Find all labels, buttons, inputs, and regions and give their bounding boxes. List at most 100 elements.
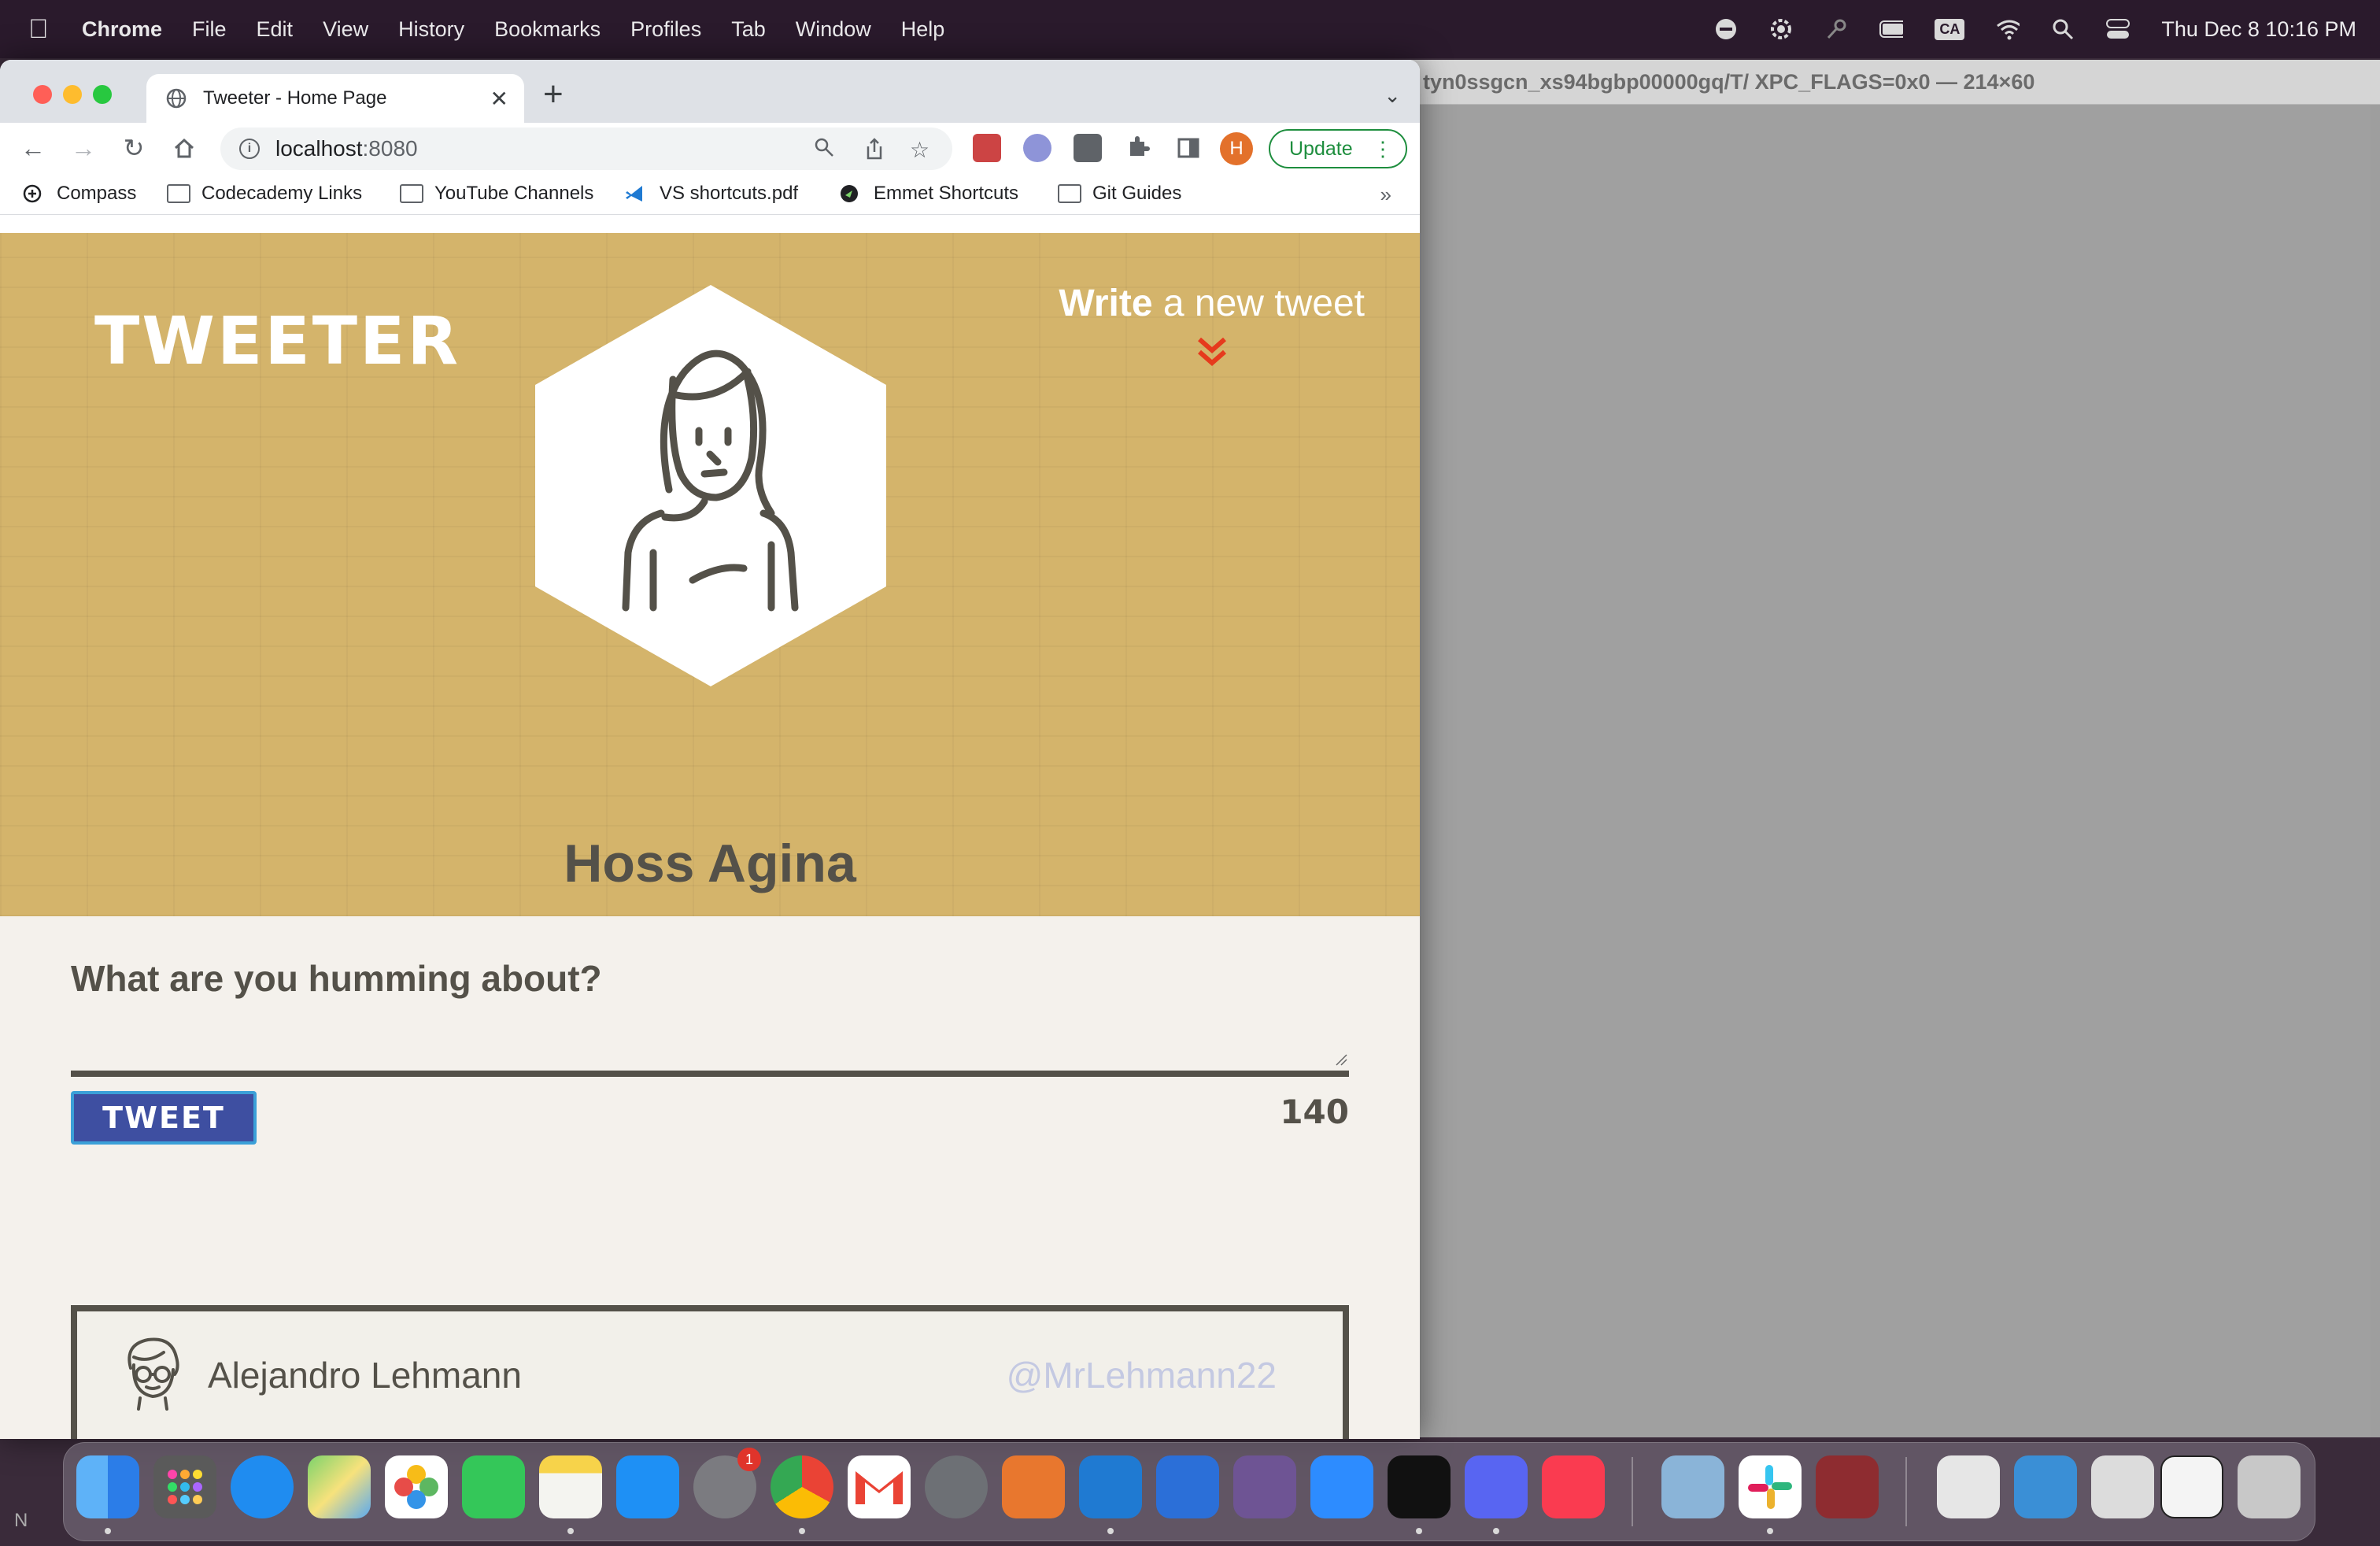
music-icon[interactable]	[1542, 1455, 1605, 1518]
extensions-puzzle-icon[interactable]	[1124, 134, 1152, 162]
bookmark-star-icon[interactable]: ☆	[910, 137, 929, 163]
emmet-icon	[841, 185, 858, 202]
reload-icon[interactable]: ↻	[118, 132, 150, 164]
bookmarks-overflow-chevron-icon[interactable]: »	[1380, 183, 1391, 207]
zoom-icon[interactable]	[1310, 1455, 1373, 1518]
background-terminal-window[interactable]: tyn0ssgcn_xs94bgbp00000gq/T/ XPC_FLAGS=0…	[1401, 60, 2380, 1437]
bookmark-compass[interactable]: Compass	[22, 183, 136, 205]
settings-gear-icon[interactable]	[1769, 17, 1793, 41]
terminal-icon[interactable]	[1388, 1455, 1451, 1518]
running-indicator	[799, 1528, 805, 1534]
close-window-button[interactable]	[33, 85, 52, 104]
bookmark-emmet-shortcuts[interactable]: Emmet Shortcuts	[839, 183, 1018, 205]
menu-file[interactable]: File	[192, 17, 227, 42]
minimized-window-thumbnail[interactable]	[2091, 1455, 2154, 1518]
do-not-disturb-icon[interactable]	[1714, 17, 1738, 41]
key-icon[interactable]	[1824, 17, 1848, 41]
slack-icon[interactable]	[1739, 1455, 1802, 1518]
menu-edit[interactable]: Edit	[257, 17, 294, 42]
search-zoom-icon[interactable]	[814, 137, 834, 163]
input-source-badge[interactable]: CA	[1935, 18, 1965, 40]
safenet-icon[interactable]	[1002, 1455, 1065, 1518]
tweet-submit-button[interactable]: TWEET	[71, 1091, 257, 1145]
menu-history[interactable]: History	[398, 17, 464, 42]
battery-icon[interactable]	[1879, 17, 1904, 41]
github-desktop-icon[interactable]	[1233, 1455, 1296, 1518]
menubar-clock[interactable]: Thu Dec 8 10:16 PM	[2161, 17, 2356, 42]
apple-menu-icon[interactable]: 	[28, 14, 55, 45]
menu-profiles[interactable]: Profiles	[630, 17, 701, 42]
minimize-window-button[interactable]	[63, 85, 82, 104]
wifi-icon[interactable]	[1996, 17, 2020, 41]
trash-icon[interactable]	[2238, 1455, 2301, 1518]
corner-status-text: N	[14, 1510, 28, 1531]
finder-icon[interactable]	[76, 1455, 139, 1518]
terminal-body[interactable]	[1401, 105, 2371, 1437]
documents-stack-icon[interactable]	[1937, 1455, 2000, 1518]
vscode-icon	[626, 186, 642, 202]
profile-avatar[interactable]: H	[1220, 132, 1253, 165]
extension-colorpick-icon[interactable]	[973, 134, 1001, 162]
chrome-menu-icon[interactable]: ⋮	[1373, 137, 1393, 161]
downloads-stack-icon[interactable]	[2014, 1455, 2077, 1518]
menu-help[interactable]: Help	[901, 17, 945, 42]
tweeter-logo[interactable]: TWEETER	[94, 302, 460, 379]
maps-icon[interactable]	[308, 1455, 371, 1518]
dictionary-icon[interactable]	[1816, 1455, 1879, 1518]
minimized-window-thumbnail[interactable]	[2160, 1455, 2223, 1518]
xcode-icon[interactable]	[1156, 1455, 1219, 1518]
running-indicator	[1493, 1528, 1499, 1534]
menu-bookmarks[interactable]: Bookmarks	[494, 17, 601, 42]
forward-arrow-icon[interactable]: →	[68, 132, 99, 164]
control-center-icon[interactable]	[2106, 17, 2131, 41]
vscode-dock-icon[interactable]	[1079, 1455, 1142, 1518]
running-indicator	[1416, 1528, 1422, 1534]
extension-me-icon[interactable]	[1023, 134, 1051, 162]
tab-tweeter-home[interactable]: Tweeter - Home Page ✕	[146, 74, 524, 123]
terminal-title: tyn0ssgcn_xs94bgbp00000gq/T/ XPC_FLAGS=0…	[1401, 60, 2380, 105]
resize-handle-icon[interactable]	[1335, 1053, 1347, 1066]
app-store-icon[interactable]	[616, 1455, 679, 1518]
zoom-window-button[interactable]	[93, 85, 112, 104]
double-chevron-down-icon[interactable]	[1059, 336, 1365, 368]
bookmark-vs-shortcuts[interactable]: VS shortcuts.pdf	[625, 183, 798, 205]
side-panel-icon[interactable]	[1174, 134, 1203, 162]
update-button[interactable]: Update ⋮	[1269, 129, 1407, 168]
close-tab-icon[interactable]: ✕	[490, 86, 508, 112]
menu-view[interactable]: View	[323, 17, 368, 42]
menu-window[interactable]: Window	[796, 17, 871, 42]
gmail-icon[interactable]	[848, 1455, 911, 1518]
photos-icon[interactable]	[385, 1455, 448, 1518]
globe-icon	[166, 88, 187, 109]
profile-header: TWEETER Write a new tweet Hoss Agina	[0, 233, 1420, 916]
spotlight-search-icon[interactable]	[2051, 17, 2075, 41]
chrome-dock-icon[interactable]	[771, 1455, 833, 1518]
folder-icon	[1058, 184, 1081, 203]
url-text[interactable]: localhost:8080	[275, 136, 418, 161]
preview-icon[interactable]	[1661, 1455, 1724, 1518]
tweeter-page: TWEETER Write a new tweet Hoss Agina Wha…	[0, 233, 1420, 1439]
bookmark-youtube-channels[interactable]: YouTube Channels	[400, 183, 593, 205]
tab-search-chevron-icon[interactable]: ⌄	[1384, 83, 1401, 108]
discord-icon[interactable]	[1465, 1455, 1528, 1518]
dock-separator	[1905, 1457, 1907, 1526]
write-new-tweet-link[interactable]: Write a new tweet	[1059, 282, 1365, 368]
notes-icon[interactable]	[539, 1455, 602, 1518]
launchpad-icon[interactable]	[153, 1455, 216, 1518]
new-tab-button[interactable]: +	[543, 77, 564, 112]
extension-grammar-icon[interactable]	[1074, 134, 1102, 162]
site-info-icon[interactable]: i	[239, 139, 260, 159]
network-app-icon[interactable]	[925, 1455, 988, 1518]
tweet-textarea[interactable]	[71, 1011, 1349, 1077]
back-arrow-icon[interactable]: ←	[17, 132, 49, 164]
home-icon[interactable]	[168, 132, 200, 164]
menu-app-name[interactable]: Chrome	[82, 17, 162, 42]
share-icon[interactable]	[864, 137, 885, 166]
bookmark-codecademy-links[interactable]: Codecademy Links	[167, 183, 362, 205]
menu-tab[interactable]: Tab	[731, 17, 766, 42]
facetime-icon[interactable]	[462, 1455, 525, 1518]
address-bar[interactable]: i localhost:8080 ☆	[220, 128, 952, 170]
tweet-author-name: Alejandro Lehmann	[208, 1355, 522, 1396]
bookmark-git-guides[interactable]: Git Guides	[1058, 183, 1181, 205]
safari-icon[interactable]	[231, 1455, 294, 1518]
